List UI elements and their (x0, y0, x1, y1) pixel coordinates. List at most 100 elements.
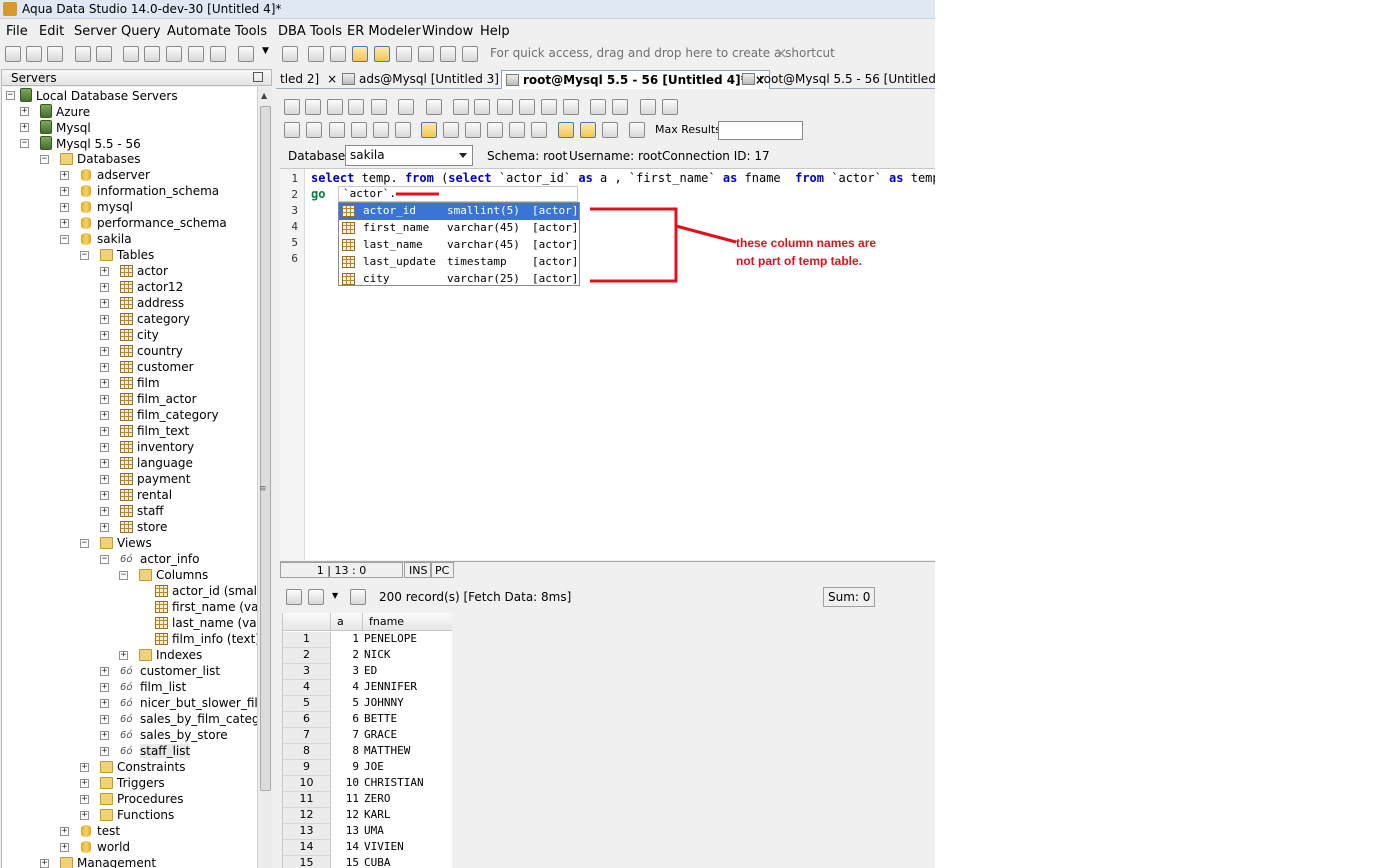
cell-fname[interactable]: BETTE (364, 712, 452, 728)
results-export-icon[interactable] (308, 589, 324, 605)
cell-fname[interactable]: NICK (364, 648, 452, 664)
tree-node-column[interactable]: last_name (varch (155, 616, 257, 632)
menu-file[interactable]: File (6, 24, 28, 39)
scroll-up-icon[interactable]: ▲ (261, 91, 267, 100)
copy-icon[interactable] (497, 99, 513, 115)
query-window2-icon[interactable] (144, 46, 160, 62)
stop-icon[interactable] (395, 122, 411, 138)
layout3-icon[interactable] (352, 46, 368, 62)
cell-fname[interactable]: ED (364, 664, 452, 680)
menu-window[interactable]: Window (422, 24, 473, 39)
cell-a[interactable]: 15 (331, 856, 361, 868)
cell-a[interactable]: 6 (331, 712, 361, 728)
execute-all-icon[interactable] (284, 122, 300, 138)
auto-commit-icon[interactable] (421, 122, 437, 138)
tree-node-table[interactable]: + country (100, 344, 183, 360)
row-number[interactable]: 3 (283, 664, 331, 680)
close-quick-access-icon[interactable]: × (775, 44, 788, 62)
cell-a[interactable]: 8 (331, 744, 361, 760)
tree-node-view[interactable]: +customer_list (100, 664, 220, 680)
tree-node-db-sakila[interactable]: − sakila (60, 232, 132, 248)
tree-node-db[interactable]: + performance_schema (60, 216, 227, 232)
tree-node-column[interactable]: actor_id (smallint (155, 584, 257, 600)
plan-icon[interactable] (509, 122, 525, 138)
connect-icon[interactable] (75, 46, 91, 62)
row-number[interactable]: 9 (283, 760, 331, 776)
disconnect-icon[interactable] (96, 46, 112, 62)
tree-node-view[interactable]: +sales_by_store (100, 728, 228, 744)
tree-node-table[interactable]: + customer (100, 360, 194, 376)
find-icon[interactable] (640, 99, 656, 115)
database-select[interactable]: sakila (345, 145, 473, 166)
tree-node-mysql[interactable]: + Mysql (20, 120, 91, 136)
tree-node-table[interactable]: + language (100, 456, 193, 472)
tree-node-table[interactable]: + store (100, 520, 167, 536)
row-number[interactable]: 14 (283, 840, 331, 856)
dropdown-arrow-icon[interactable]: ▼ (262, 46, 269, 56)
tree-node-table[interactable]: + address (100, 296, 184, 312)
tree-node-db[interactable]: + mysql (60, 200, 133, 216)
column-header[interactable]: a (331, 613, 363, 631)
tree-scrollbar[interactable]: ▲ ≡ (257, 87, 272, 868)
tree-node-view[interactable]: +sales_by_film_category (100, 712, 257, 728)
autocomplete-item[interactable]: first_name varchar(45) [actor] (339, 220, 579, 237)
tree-node-db[interactable]: + information_schema (60, 184, 219, 200)
tree-node-management[interactable]: + Management (40, 856, 156, 868)
results-options-icon[interactable] (602, 122, 618, 138)
autocomplete-item-selected[interactable]: actor_id smallint(5) [actor] (339, 203, 579, 220)
menu-query[interactable]: Query (121, 24, 161, 39)
cell-a[interactable]: 13 (331, 824, 361, 840)
redo-icon[interactable] (563, 99, 579, 115)
row-number[interactable]: 12 (283, 808, 331, 824)
history-query-icon[interactable] (531, 122, 547, 138)
row-number[interactable]: 11 (283, 792, 331, 808)
tree-node-column[interactable]: first_name (varch (155, 600, 257, 616)
row-number[interactable]: 13 (283, 824, 331, 840)
cell-a[interactable]: 14 (331, 840, 361, 856)
tree-node-db[interactable]: + adserver (60, 168, 150, 184)
cell-fname[interactable]: VIVIEN (364, 840, 452, 856)
tree-node-functions[interactable]: + Functions (80, 808, 174, 824)
cell-a[interactable]: 2 (331, 648, 361, 664)
cell-a[interactable]: 1 (331, 632, 361, 648)
select-icon[interactable] (453, 99, 469, 115)
tree-node-table[interactable]: + film_category (100, 408, 219, 424)
column-header[interactable]: fname (363, 613, 452, 631)
tree-node-local-servers[interactable]: − Local Database Servers (6, 88, 178, 104)
tree-node-triggers[interactable]: + Triggers (80, 776, 165, 792)
close-tab-icon[interactable]: × (327, 72, 337, 86)
cell-fname[interactable]: CHRISTIAN (364, 776, 452, 792)
fetch-icon[interactable] (629, 122, 645, 138)
tree-node-table[interactable]: + city (100, 328, 159, 344)
tree-node-table[interactable]: + actor12 (100, 280, 183, 296)
schema-icon[interactable] (238, 46, 254, 62)
new-server-icon[interactable] (5, 46, 21, 62)
save-icon[interactable] (327, 99, 343, 115)
cell-fname[interactable]: KARL (364, 808, 452, 824)
tree-node-table[interactable]: + film (100, 376, 160, 392)
tab-untitled-2[interactable]: tled 2] × (276, 70, 341, 89)
cell-fname[interactable]: CUBA (364, 856, 452, 868)
dropdown-arrow-icon[interactable]: ▼ (332, 591, 338, 600)
query-window4-icon[interactable] (188, 46, 204, 62)
row-number[interactable]: 8 (283, 744, 331, 760)
tree-node-table[interactable]: + film_actor (100, 392, 197, 408)
maximize-panel-icon[interactable] (253, 72, 263, 82)
format-icon[interactable] (590, 99, 606, 115)
tree-node-view-actor-info[interactable]: −actor_info (100, 552, 199, 568)
execute-selection-icon[interactable] (329, 122, 345, 138)
cell-a[interactable]: 10 (331, 776, 361, 792)
tree-node-constraints[interactable]: + Constraints (80, 760, 185, 776)
tab-untitled-3[interactable]: ads@Mysql [Untitled 3]× (338, 70, 521, 89)
cell-fname[interactable]: ZERO (364, 792, 452, 808)
register-server-icon[interactable] (26, 46, 42, 62)
tree-node-views[interactable]: − Views (80, 536, 152, 552)
layout5-icon[interactable] (396, 46, 412, 62)
row-number[interactable]: 6 (283, 712, 331, 728)
tree-node-azure[interactable]: + Azure (20, 104, 90, 120)
tree-node-table[interactable]: + film_text (100, 424, 189, 440)
cell-fname[interactable]: UMA (364, 824, 452, 840)
autocomplete-item[interactable]: last_update timestamp [actor] (339, 254, 579, 271)
tree-node-column[interactable]: film_info (text) (155, 632, 257, 648)
query-window5-icon[interactable] (210, 46, 226, 62)
